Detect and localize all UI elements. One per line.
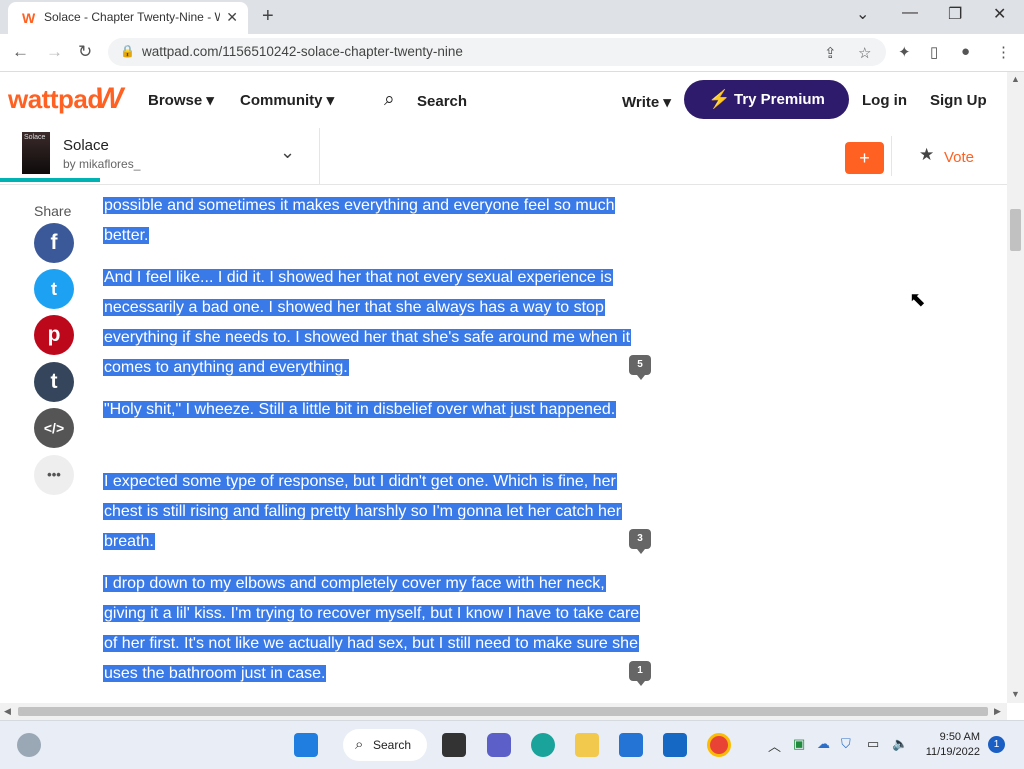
taskbar-search-label: Search xyxy=(373,738,412,752)
task-view-icon[interactable] xyxy=(442,733,466,757)
clock-time: 9:50 AM xyxy=(939,731,980,743)
extensions-icon[interactable]: ✦ xyxy=(898,43,911,61)
weather-icon[interactable] xyxy=(17,733,41,757)
tab-search-icon[interactable]: ⌄ xyxy=(856,4,869,24)
scroll-down-icon[interactable]: ▼ xyxy=(1011,689,1020,699)
address-bar[interactable]: 🔒 wattpad.com/1156510242-solace-chapter-… xyxy=(108,38,886,66)
tab-title: Solace - Chapter Twenty-Nine - W xyxy=(44,10,220,24)
menu-kebab-icon[interactable]: ⋮ xyxy=(996,43,1011,61)
add-to-library-button[interactable]: + xyxy=(845,142,884,174)
horizontal-scrollbar[interactable]: ◀ ▶ xyxy=(0,703,1007,720)
scroll-right-icon[interactable]: ▶ xyxy=(994,706,1001,717)
star-icon[interactable]: ★ xyxy=(919,145,934,165)
cover-title: Solace xyxy=(24,134,46,141)
display-icon[interactable]: ▭ xyxy=(867,736,879,752)
browser-tab[interactable]: W Solace - Chapter Twenty-Nine - W ✕ xyxy=(8,2,248,34)
reload-icon[interactable]: ↻ xyxy=(78,42,92,62)
facebook-share-icon[interactable]: f xyxy=(34,223,74,263)
try-premium-button[interactable]: ⚡ Try Premium xyxy=(684,80,849,119)
chrome-icon[interactable] xyxy=(707,733,731,757)
scroll-up-icon[interactable]: ▲ xyxy=(1011,74,1020,84)
story-paragraph[interactable]: I drop down to my elbows and completely … xyxy=(103,569,643,689)
more-options-icon[interactable]: ••• xyxy=(34,455,74,495)
system-clock[interactable]: 9:50 AM 11/19/2022 xyxy=(920,730,980,760)
vertical-scrollbar[interactable]: ▲ ▼ xyxy=(1007,72,1024,703)
new-tab-icon[interactable]: + xyxy=(262,5,274,28)
app-tray-icon[interactable]: ▣ xyxy=(793,736,805,752)
minimize-icon[interactable]: — xyxy=(902,4,918,22)
search-icon: ⌕ xyxy=(355,736,364,753)
site-header: wattpad W Browse ▾ Community ▾ ⌕ Search … xyxy=(0,72,1007,128)
divider xyxy=(891,136,892,176)
security-shield-icon[interactable]: ⛉ xyxy=(841,736,851,752)
premium-label: Try Premium xyxy=(734,91,825,108)
taskbar-search[interactable]: ⌕ Search xyxy=(343,729,427,761)
close-tab-icon[interactable]: ✕ xyxy=(226,9,238,26)
file-explorer-icon[interactable] xyxy=(575,733,599,757)
story-paragraph[interactable]: "Holy shit," I wheeze. Still a little bi… xyxy=(103,395,643,425)
onedrive-icon[interactable]: ☁ xyxy=(817,736,830,752)
notification-badge[interactable]: 1 xyxy=(988,736,1005,753)
story-author[interactable]: by mikaflores_ xyxy=(63,157,140,171)
wattpad-logo[interactable]: wattpad xyxy=(8,84,103,115)
show-hidden-icons-icon[interactable]: ︿ xyxy=(768,736,781,755)
browser-tab-strip: W Solace - Chapter Twenty-Nine - W ✕ + ⌄… xyxy=(0,0,1024,34)
share-label: Share xyxy=(34,203,72,219)
login-link[interactable]: Log in xyxy=(862,92,907,109)
wattpad-w-logo-icon[interactable]: W xyxy=(95,82,123,116)
mail-icon[interactable] xyxy=(663,733,687,757)
close-window-icon[interactable]: ✕ xyxy=(993,4,1006,24)
wattpad-favicon-icon: W xyxy=(22,10,36,26)
store-icon[interactable] xyxy=(619,733,643,757)
scrollbar-thumb[interactable] xyxy=(18,707,988,716)
story-paragraph[interactable]: I expected some type of response, but I … xyxy=(103,467,643,557)
story-paragraph[interactable]: possible and sometimes it makes everythi… xyxy=(103,191,643,251)
story-paragraph[interactable]: And I feel like... I did it. I showed he… xyxy=(103,263,643,383)
story-info-bar: Solace Solace by mikaflores_ ⌄ + ★ Vote xyxy=(0,128,1007,185)
reading-progress-bar xyxy=(0,178,100,182)
edge-icon[interactable] xyxy=(531,733,555,757)
lightning-icon: ⚡ xyxy=(708,89,731,109)
bookmark-star-icon[interactable]: ☆ xyxy=(858,44,871,62)
signup-link[interactable]: Sign Up xyxy=(930,92,987,109)
teams-chat-icon[interactable] xyxy=(487,733,511,757)
divider xyxy=(319,128,320,184)
twitter-share-icon[interactable]: t xyxy=(34,269,74,309)
profile-icon[interactable]: ● xyxy=(961,43,970,60)
lock-icon[interactable]: 🔒 xyxy=(120,44,135,58)
url-text[interactable]: wattpad.com/1156510242-solace-chapter-tw… xyxy=(142,44,463,59)
tumblr-share-icon[interactable]: t xyxy=(34,362,74,402)
side-panel-icon[interactable]: ▯ xyxy=(930,43,938,61)
forward-icon[interactable]: → xyxy=(46,42,63,62)
clock-date: 11/19/2022 xyxy=(925,746,980,758)
story-cover-image[interactable]: Solace xyxy=(22,132,50,174)
restore-icon[interactable]: ❐ xyxy=(948,4,962,24)
share-page-icon[interactable]: ⇪ xyxy=(824,44,837,62)
browser-toolbar: ← → ↻ 🔒 wattpad.com/1156510242-solace-ch… xyxy=(0,34,1024,72)
taskbar: ⌕ Search ︿ ▣ ☁ ⛉ ▭ 🔈 9:50 AM 11/19/2022 … xyxy=(0,720,1024,769)
back-icon[interactable]: ← xyxy=(12,42,29,62)
inline-comment-badge[interactable]: 3 xyxy=(629,529,651,554)
browse-menu[interactable]: Browse ▾ xyxy=(148,91,214,109)
vote-button[interactable]: Vote xyxy=(944,149,974,166)
story-title[interactable]: Solace xyxy=(63,137,109,154)
inline-comment-badge[interactable]: 5 xyxy=(629,355,651,380)
write-menu[interactable]: Write ▾ xyxy=(622,93,671,111)
search-link[interactable]: Search xyxy=(417,93,467,110)
scroll-left-icon[interactable]: ◀ xyxy=(4,706,11,717)
community-menu[interactable]: Community ▾ xyxy=(240,91,334,109)
embed-share-icon[interactable]: </> xyxy=(34,408,74,448)
mouse-pointer-icon: ⬉ xyxy=(909,289,926,311)
inline-comment-badge[interactable]: 1 xyxy=(629,661,651,686)
windows-start-icon[interactable] xyxy=(294,733,318,757)
volume-icon[interactable]: 🔈 xyxy=(892,736,908,752)
scrollbar-thumb[interactable] xyxy=(1010,209,1021,251)
pinterest-share-icon[interactable]: p xyxy=(34,315,74,355)
chevron-down-icon[interactable]: ⌄ xyxy=(280,142,295,163)
search-icon[interactable]: ⌕ xyxy=(384,89,395,111)
